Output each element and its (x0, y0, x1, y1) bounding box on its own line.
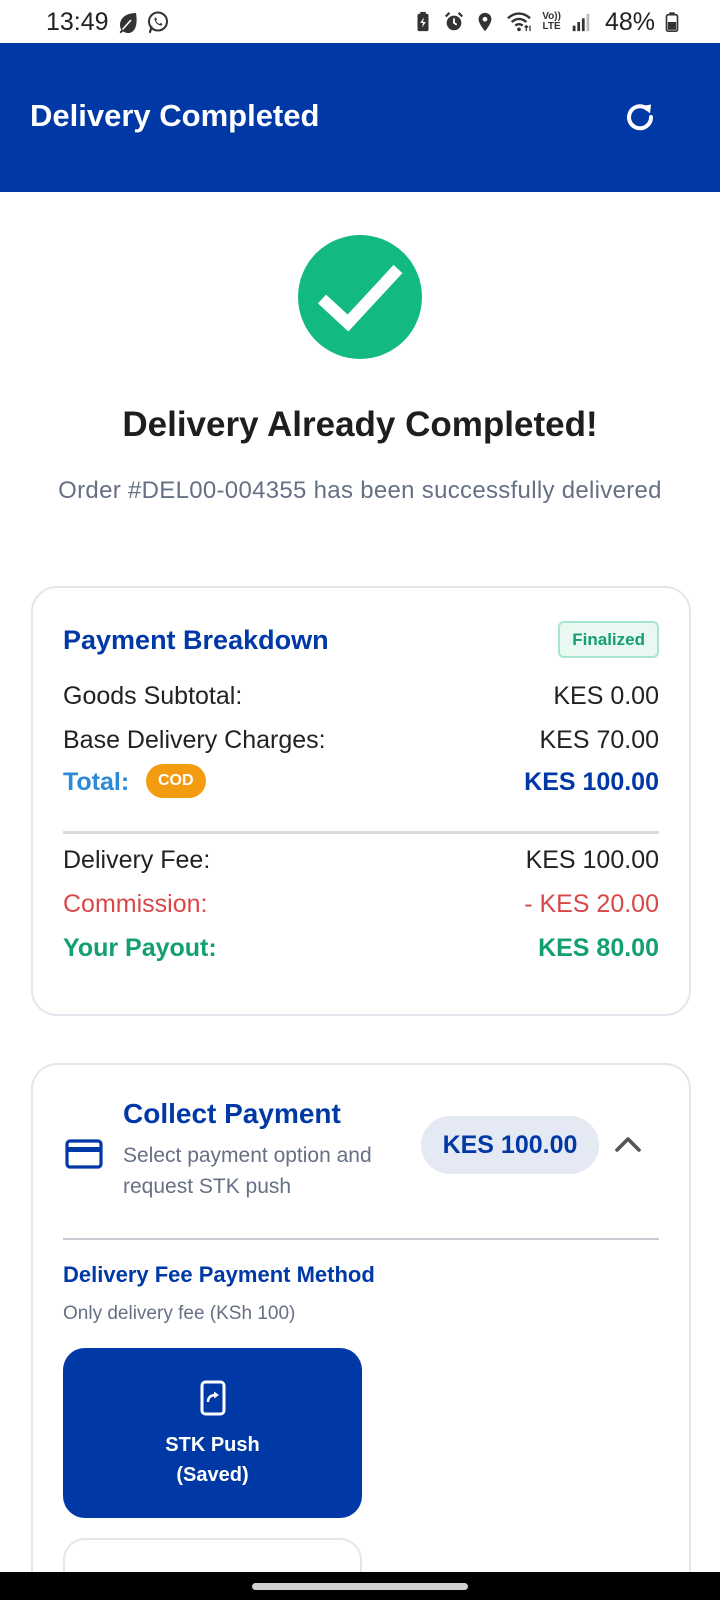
delivery-fee-row: Delivery Fee: KES 100.00 (63, 846, 659, 882)
payment-method-subtitle: Only delivery fee (KSh 100) (63, 1303, 296, 1324)
signal-icon (572, 13, 590, 32)
battery-icon (665, 12, 679, 32)
refresh-icon[interactable] (620, 97, 660, 137)
collect-payment-subtitle: Select payment option and request STK pu… (123, 1144, 372, 1198)
base-delivery-row: Base Delivery Charges: KES 70.00 (63, 726, 659, 762)
payment-method-title: Delivery Fee Payment Method (63, 1262, 375, 1287)
total-value: KES 100.00 (524, 768, 659, 796)
wifi-icon (507, 12, 532, 32)
page-title: Delivery Completed (30, 98, 320, 133)
amount-pill: KES 100.00 (421, 1116, 599, 1174)
commission-row: Commission: - KES 20.00 (63, 890, 659, 926)
stk-push-label: STK Push (165, 1434, 260, 1456)
goods-subtotal-label: Goods Subtotal: (63, 682, 243, 710)
commission-label: Commission: (63, 890, 208, 918)
payment-breakdown-card: Payment Breakdown Finalized Goods Subtot… (31, 586, 691, 1016)
stk-push-status: (Saved) (176, 1464, 249, 1486)
goods-subtotal-row: Goods Subtotal: KES 0.00 (63, 682, 659, 718)
status-icons: Vo)) LTE 48% (412, 8, 680, 36)
divider (63, 831, 659, 834)
battery-saver-icon (417, 11, 429, 32)
status-time: 13:49 (46, 8, 109, 36)
location-icon (478, 12, 492, 32)
success-message: Order #DEL00-004355 has been successfull… (58, 477, 662, 504)
credit-card-icon (65, 1139, 103, 1169)
collect-payment-card: Collect Payment Select payment option an… (31, 1063, 691, 1600)
check-circle-icon (298, 235, 422, 359)
check-icon (317, 264, 403, 332)
payout-row: Your Payout: KES 80.00 (63, 934, 659, 970)
volte-icon: Vo)) LTE (542, 11, 561, 32)
stk-push-option[interactable]: STK Push (Saved) (63, 1348, 362, 1518)
status-bar: 13:49 Vo)) LTE 48% (0, 0, 720, 43)
divider (63, 1238, 659, 1240)
total-row: Total: COD KES 100.00 (63, 764, 659, 804)
navigation-bar (0, 1572, 720, 1600)
battery-percent: 48% (604, 7, 655, 36)
collect-payment-title: Collect Payment (123, 1098, 341, 1129)
payout-label: Your Payout: (63, 934, 217, 962)
home-gesture-handle[interactable] (252, 1583, 468, 1590)
delivery-fee-label: Delivery Fee: (63, 846, 211, 874)
breakdown-title: Payment Breakdown (63, 625, 329, 655)
base-delivery-label: Base Delivery Charges: (63, 726, 326, 754)
whatsapp-icon (148, 11, 168, 34)
phone-forward-icon (200, 1380, 226, 1416)
total-label: Total: (63, 768, 130, 796)
success-title: Delivery Already Completed! (122, 405, 598, 444)
alarm-icon (445, 12, 464, 31)
screen: 13:49 Vo)) LTE 48% Delivery Completed De… (0, 0, 720, 1600)
leaf-icon (119, 13, 137, 34)
status-badge: Finalized (558, 621, 659, 658)
cod-badge: COD (146, 764, 206, 798)
delivery-fee-value: KES 100.00 (525, 846, 659, 874)
base-delivery-value: KES 70.00 (539, 726, 659, 754)
commission-value: - KES 20.00 (524, 890, 659, 918)
chevron-up-icon[interactable] (611, 1129, 645, 1159)
payout-value: KES 80.00 (538, 934, 659, 962)
goods-subtotal-value: KES 0.00 (553, 682, 659, 710)
app-bar: Delivery Completed (0, 43, 720, 192)
